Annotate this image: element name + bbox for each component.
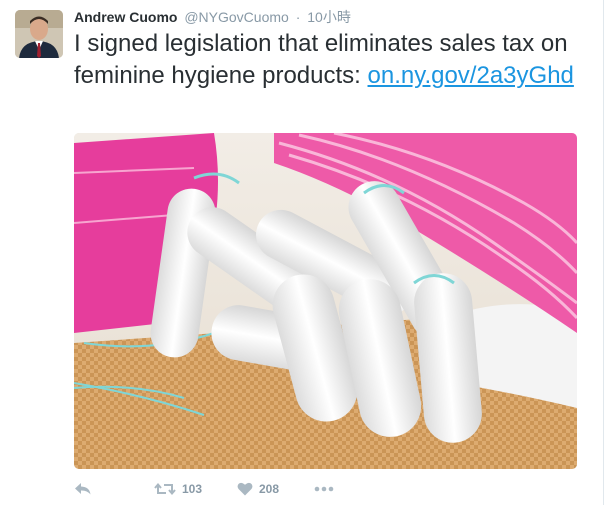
tweet-header: Andrew Cuomo @NYGovCuomo · 10小時 [74,8,351,26]
more-icon [314,486,334,492]
tweet-photo[interactable] [74,133,577,469]
more-button[interactable] [314,479,334,499]
retweet-icon [154,482,176,496]
avatar-image [15,10,63,58]
like-button[interactable]: 208 [237,479,279,499]
tweet-timestamp[interactable]: 10小時 [307,9,351,25]
retweet-button[interactable]: 103 [154,479,202,499]
tweet-text: I signed legislation that eliminates sal… [74,28,574,92]
photo-image [74,133,577,469]
reply-icon [75,483,91,495]
heart-icon [237,482,253,496]
retweet-count: 103 [182,482,203,496]
tweet-link[interactable]: on.ny.gov/2a3yGhd [368,60,574,92]
author-handle[interactable]: @NYGovCuomo [184,9,288,25]
author-avatar[interactable] [15,10,63,58]
reply-button[interactable] [74,479,92,499]
header-separator: · [295,9,301,25]
author-name[interactable]: Andrew Cuomo [74,9,177,25]
like-count: 208 [259,482,280,496]
tweet-card[interactable]: Andrew Cuomo @NYGovCuomo · 10小時 I signed… [0,0,604,505]
